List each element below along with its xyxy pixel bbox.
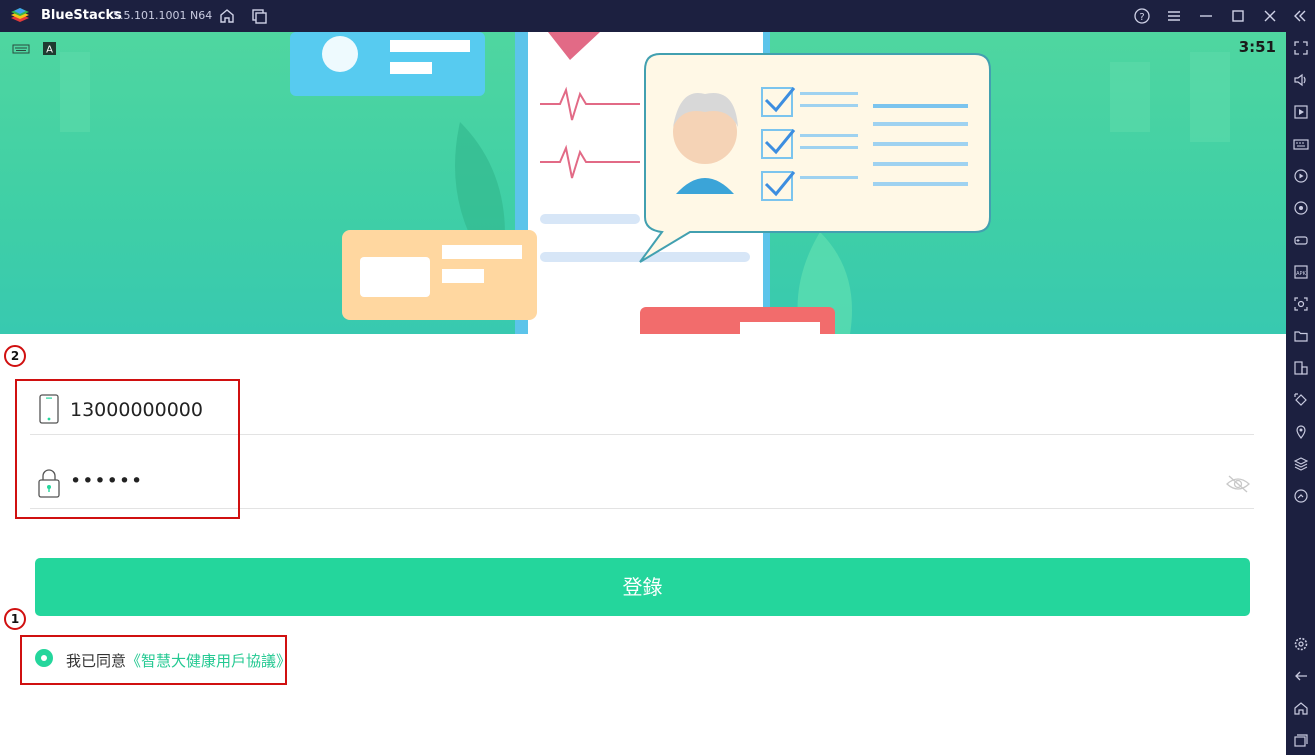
apk-install-icon[interactable]: APK (1293, 264, 1309, 280)
svg-text:?: ? (1139, 12, 1144, 23)
right-sidebar: APK (1286, 32, 1315, 755)
agreement-prefix: 我已同意 (66, 652, 127, 670)
close-icon[interactable] (1261, 7, 1279, 25)
login-button[interactable]: 登錄 (35, 558, 1250, 616)
agreement-link[interactable]: 《智慧大健康用戶協議》 (126, 652, 291, 670)
annotation-marker-1: 1 (4, 608, 26, 630)
multi-instance-icon[interactable] (250, 7, 268, 25)
maximize-icon[interactable] (1229, 7, 1247, 25)
annotation-box-2 (15, 379, 240, 519)
eco-mode-icon[interactable] (1293, 488, 1309, 504)
volume-icon[interactable] (1293, 72, 1309, 88)
status-time: 3:51 (1238, 38, 1276, 56)
eye-off-icon[interactable] (1225, 474, 1251, 498)
sync-icon[interactable] (1293, 200, 1309, 216)
svg-text:A: A (46, 45, 53, 56)
location-icon[interactable] (1293, 424, 1309, 440)
home-icon[interactable] (1293, 700, 1309, 716)
app-name: BlueStacks (41, 8, 122, 23)
screenshot-icon[interactable] (1293, 296, 1309, 312)
minimize-icon[interactable] (1197, 7, 1215, 25)
media-manager-icon[interactable] (1293, 104, 1309, 120)
macro-icon[interactable] (1293, 168, 1309, 184)
title-bar: BlueStacks 5.5.101.1001 N64 ? (0, 0, 1315, 32)
svg-text:APK: APK (1296, 271, 1306, 277)
keyboard-controls-icon[interactable] (1293, 136, 1309, 152)
health-banner-illustration: A 3:51 (0, 32, 1286, 334)
home-icon[interactable] (218, 7, 236, 25)
layers-icon[interactable] (1293, 456, 1309, 472)
agree-radio[interactable] (35, 649, 53, 667)
bluestacks-logo (11, 8, 29, 22)
multi-instance-sync-icon[interactable] (1293, 360, 1309, 376)
help-icon[interactable]: ? (1133, 7, 1151, 25)
app-notification-icon: A (43, 40, 56, 59)
fullscreen-icon[interactable] (1293, 40, 1309, 56)
banner-art (60, 32, 1230, 334)
back-icon[interactable] (1293, 668, 1309, 684)
rotate-icon[interactable] (1293, 392, 1309, 408)
recents-icon[interactable] (1293, 732, 1309, 748)
settings-icon[interactable] (1293, 636, 1309, 652)
collapse-sidebar-icon[interactable] (1291, 7, 1309, 25)
menu-icon[interactable] (1165, 7, 1183, 25)
android-screen: A 3:51 2 13000000000 •••••• 登錄 1 我已同意《智慧… (0, 32, 1286, 755)
annotation-marker-2: 2 (4, 345, 26, 367)
agreement-text: 我已同意《智慧大健康用戶協議》 (66, 650, 291, 671)
gamepad-icon[interactable] (1293, 232, 1309, 248)
app-version: 5.5.101.1001 N64 (113, 9, 213, 22)
folder-icon[interactable] (1293, 328, 1309, 344)
keyboard-status-icon (12, 40, 30, 59)
